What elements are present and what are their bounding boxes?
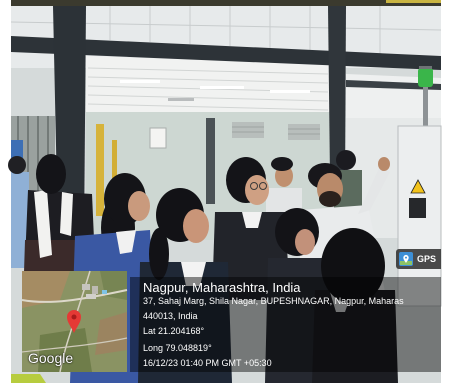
person-hair bbox=[36, 154, 66, 194]
raised-hand bbox=[378, 157, 390, 171]
wall-vent bbox=[232, 122, 264, 138]
steel-column-middle bbox=[206, 118, 215, 204]
ceiling-fan bbox=[168, 98, 194, 101]
location-info-panel: Nagpur, Maharashtra, India 37, Sahaj Mar… bbox=[130, 277, 441, 372]
yellow-post bbox=[96, 124, 104, 216]
gps-label: GPS bbox=[417, 254, 437, 264]
gps-badge: GPS bbox=[396, 249, 441, 269]
map-pool bbox=[102, 290, 107, 294]
person-face bbox=[295, 229, 315, 255]
white-scarf bbox=[60, 192, 73, 236]
vent-panel bbox=[232, 122, 264, 138]
top-strip bbox=[11, 0, 441, 6]
google-logo: Google bbox=[28, 350, 74, 366]
signal-light-cap bbox=[419, 66, 432, 69]
location-timestamp: 16/12/23 01:40 PM GMT +05:30 bbox=[143, 358, 272, 368]
person-face bbox=[128, 191, 150, 221]
location-address: 37, Sahaj Marg, Shila Nagar, BUPESHNAGAR… bbox=[143, 296, 404, 306]
person-hair bbox=[271, 157, 293, 171]
top-strip-yellow bbox=[386, 0, 441, 3]
person-face bbox=[245, 175, 269, 205]
icon-pin-dot bbox=[405, 256, 407, 259]
location-postal: 440013, India bbox=[143, 311, 198, 321]
location-longitude: Long 79.048819° bbox=[143, 343, 212, 353]
wall-vent bbox=[288, 124, 320, 140]
wall-notice bbox=[149, 127, 167, 149]
control-panel bbox=[409, 198, 426, 218]
map-pin-icon bbox=[399, 252, 413, 266]
geotagged-photo: Google GPS Nagpur, Maharashtra, India 37… bbox=[0, 0, 450, 383]
ceiling-light bbox=[200, 86, 244, 89]
location-pin-dot bbox=[71, 314, 77, 320]
top-strip-dark bbox=[11, 0, 441, 6]
map-building bbox=[92, 286, 98, 294]
ceiling-light bbox=[270, 90, 310, 93]
signal-pole bbox=[423, 86, 428, 128]
ceiling-light bbox=[120, 80, 160, 83]
blue-sign bbox=[11, 140, 23, 158]
person-head bbox=[8, 156, 26, 174]
map-pin-icon-graphic bbox=[400, 253, 412, 265]
person-beard bbox=[319, 191, 341, 207]
person-head bbox=[336, 150, 356, 170]
vent-panel bbox=[288, 124, 320, 140]
signal-light-green bbox=[418, 68, 433, 87]
map-building bbox=[82, 284, 90, 290]
location-latitude: Lat 21.204168° bbox=[143, 326, 205, 336]
map-building bbox=[86, 294, 96, 299]
person-face bbox=[183, 209, 209, 243]
floor-patch bbox=[11, 374, 46, 383]
location-title: Nagpur, Maharashtra, India bbox=[143, 280, 301, 295]
